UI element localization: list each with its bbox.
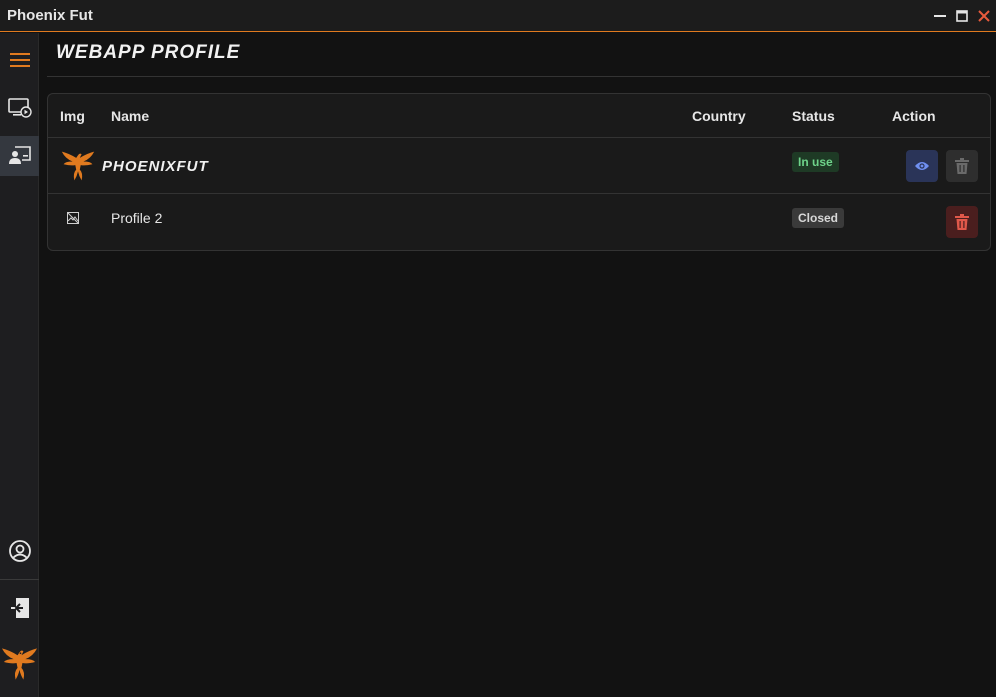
column-header-country: Country [692, 108, 746, 124]
app-title: Phoenix Fut [7, 7, 93, 24]
close-button[interactable] [976, 6, 992, 26]
profile-name: PHOENIXFUT [102, 158, 209, 175]
table-row[interactable]: PHOENIXFUT In use [48, 138, 990, 194]
minimize-button[interactable] [932, 6, 948, 26]
status-badge: Closed [792, 208, 845, 228]
view-button[interactable] [906, 150, 938, 182]
column-header-status: Status [792, 108, 835, 124]
sidebar-item-webapp-profile[interactable] [0, 136, 39, 176]
user-screen-icon [8, 146, 31, 164]
profile-name: Profile 2 [111, 210, 163, 226]
broken-image-icon [66, 211, 80, 225]
user-circle-icon [8, 540, 31, 562]
page-title: WEBAPP PROFILE [56, 42, 241, 63]
trash-icon [955, 158, 969, 174]
logout-icon [10, 598, 29, 618]
profiles-table: Img Name Country Status Action PHOENIXFU… [47, 93, 991, 251]
status-badge: In use [792, 152, 839, 172]
row-image [58, 148, 98, 189]
screen-play-icon [7, 98, 32, 118]
menu-toggle-button[interactable] [0, 40, 39, 80]
delete-button[interactable] [946, 206, 978, 238]
close-icon [978, 10, 990, 22]
sidebar-item-dashboard[interactable] [0, 88, 39, 128]
sidebar-logo [0, 641, 39, 687]
sidebar [0, 33, 39, 697]
window-controls [932, 6, 992, 26]
table-row[interactable]: Profile 2 Closed [48, 194, 990, 250]
delete-button[interactable] [946, 150, 978, 182]
phoenix-logo-icon [1, 648, 38, 680]
table-header: Img Name Country Status Action [48, 94, 990, 138]
main-content: WEBAPP PROFILE Img Name Country Status A… [40, 33, 996, 697]
trash-icon [955, 214, 969, 230]
sidebar-divider [0, 579, 39, 580]
sidebar-item-account[interactable] [0, 531, 39, 571]
sidebar-item-logout[interactable] [0, 588, 39, 628]
title-bar: Phoenix Fut [0, 0, 996, 32]
hamburger-menu-icon [9, 53, 30, 67]
eye-icon [915, 162, 929, 170]
title-divider [47, 76, 990, 77]
column-header-name: Name [111, 108, 150, 124]
column-header-action: Action [892, 108, 936, 124]
row-image [66, 211, 80, 229]
maximize-icon [956, 10, 968, 22]
phoenix-logo-icon [61, 151, 95, 181]
column-header-img: Img [60, 108, 85, 124]
maximize-button[interactable] [954, 6, 970, 26]
minimize-icon [934, 15, 946, 17]
